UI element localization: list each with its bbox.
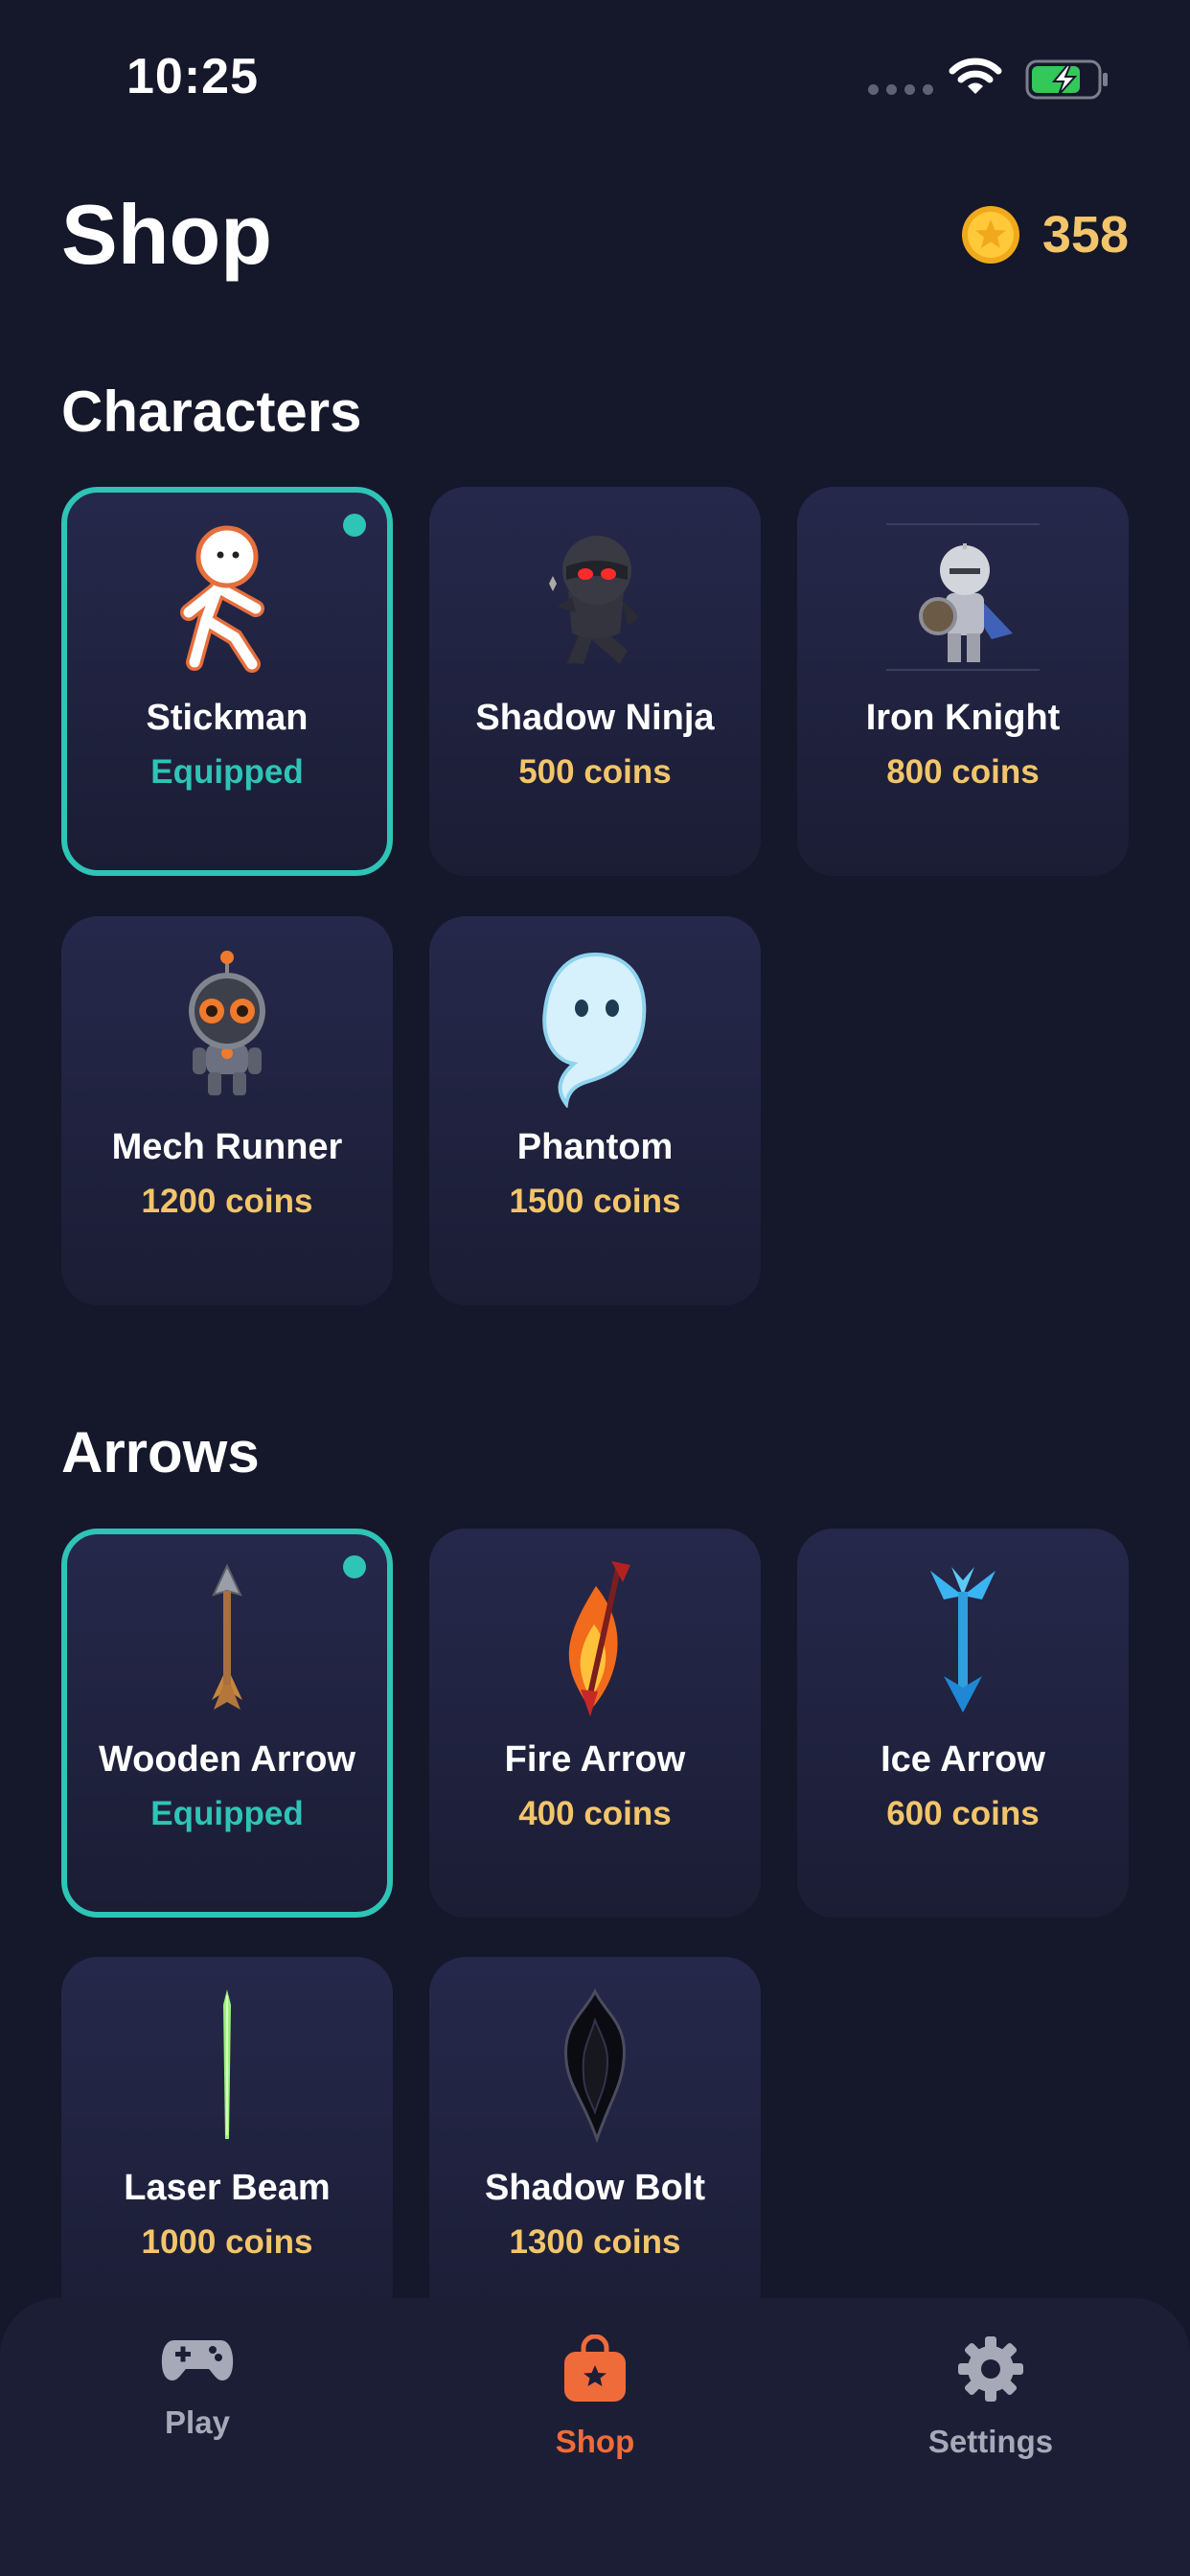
- arrow-card-ice-arrow[interactable]: Ice Arrow 600 coins: [797, 1529, 1129, 1918]
- fire-arrow-icon: [429, 1557, 761, 1720]
- cellular-signal-icon: [868, 84, 933, 95]
- bottom-tab-bar: Play Shop Settings: [0, 2298, 1190, 2576]
- item-price: 600 coins: [886, 1795, 1040, 1832]
- iron-knight-icon: [797, 516, 1129, 678]
- mech-runner-icon: [61, 945, 393, 1108]
- stickman-icon: [67, 516, 387, 678]
- coin-count: 358: [1041, 206, 1129, 264]
- coin-balance: 358: [960, 204, 1129, 265]
- item-name: Ice Arrow: [881, 1739, 1045, 1780]
- character-card-shadow-ninja[interactable]: Shadow Ninja 500 coins: [429, 487, 761, 876]
- arrow-card-wooden-arrow[interactable]: Wooden Arrow Equipped: [61, 1529, 393, 1918]
- wooden-arrow-icon: [67, 1557, 387, 1720]
- item-price: 1000 coins: [141, 2223, 313, 2261]
- tab-label: Settings: [927, 2424, 1054, 2459]
- section-title-characters: Characters: [61, 380, 362, 444]
- item-name: Laser Beam: [124, 2168, 331, 2208]
- item-price: 1300 coins: [509, 2223, 681, 2261]
- item-price: 1500 coins: [509, 1183, 681, 1220]
- character-card-phantom[interactable]: Phantom 1500 coins: [429, 916, 761, 1305]
- status-bar: 10:25: [0, 0, 1190, 153]
- ghost-icon: [429, 945, 761, 1108]
- shadow-ninja-icon: [429, 516, 761, 678]
- ice-arrow-icon: [797, 1557, 1129, 1720]
- item-price: 500 coins: [518, 753, 672, 791]
- item-price: 400 coins: [518, 1795, 672, 1832]
- item-name: Stickman: [146, 698, 309, 738]
- item-name: Mech Runner: [111, 1127, 343, 1167]
- character-card-mech-runner[interactable]: Mech Runner 1200 coins: [61, 916, 393, 1305]
- arrow-card-fire-arrow[interactable]: Fire Arrow 400 coins: [429, 1529, 761, 1918]
- item-name: Fire Arrow: [504, 1739, 686, 1780]
- item-name: Shadow Ninja: [475, 698, 715, 738]
- arrow-card-shadow-bolt[interactable]: Shadow Bolt 1300 coins: [429, 1957, 761, 2346]
- character-card-stickman[interactable]: Stickman Equipped: [61, 487, 393, 876]
- character-card-iron-knight[interactable]: Iron Knight 800 coins: [797, 487, 1129, 876]
- shadow-bolt-icon: [429, 1986, 761, 2149]
- item-name: Shadow Bolt: [484, 2168, 706, 2208]
- gear-icon: [958, 2336, 1023, 2402]
- item-name: Wooden Arrow: [98, 1739, 356, 1780]
- wifi-icon: [949, 58, 1002, 94]
- item-price: 800 coins: [886, 753, 1040, 791]
- item-status: Equipped: [150, 753, 304, 791]
- item-status: Equipped: [150, 1795, 304, 1832]
- battery-charging-icon: [1025, 59, 1108, 100]
- gamepad-icon: [161, 2340, 234, 2380]
- section-title-arrows: Arrows: [61, 1420, 260, 1484]
- shopping-bag-icon: [564, 2334, 626, 2402]
- status-time: 10:25: [126, 49, 259, 104]
- tab-play[interactable]: Play: [102, 2334, 293, 2441]
- arrow-card-laser-beam[interactable]: Laser Beam 1000 coins: [61, 1957, 393, 2346]
- item-price: 1200 coins: [141, 1183, 313, 1220]
- item-name: Iron Knight: [865, 698, 1061, 738]
- coin-icon: [961, 206, 1019, 264]
- item-name: Phantom: [516, 1127, 674, 1167]
- tab-label: Shop: [555, 2424, 635, 2459]
- shop-header: Shop 358: [61, 187, 1129, 283]
- tab-shop[interactable]: Shop: [499, 2334, 691, 2460]
- laser-beam-icon: [61, 1986, 393, 2149]
- tab-settings[interactable]: Settings: [895, 2334, 1087, 2460]
- tab-label: Play: [165, 2404, 230, 2440]
